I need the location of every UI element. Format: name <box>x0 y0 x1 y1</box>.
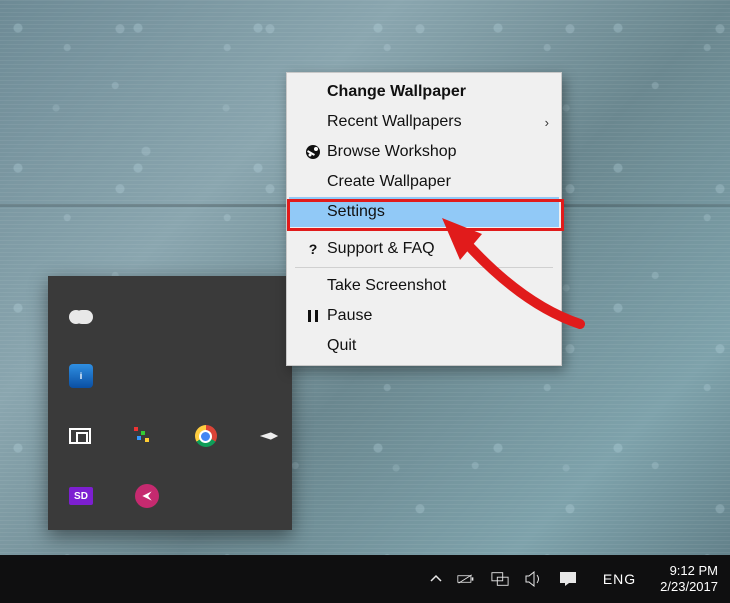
screen-connect-icon[interactable] <box>66 421 93 451</box>
menu-heading-change-wallpaper[interactable]: Change Wallpaper <box>289 77 559 107</box>
onedrive-icon[interactable] <box>66 301 96 331</box>
media-app-icon[interactable] <box>132 481 162 511</box>
menu-item-create-wallpaper[interactable]: Create Wallpaper <box>289 167 559 197</box>
menu-item-recent-wallpapers[interactable]: Recent Wallpapers › <box>289 107 559 137</box>
menu-item-browse-workshop[interactable]: Browse Workshop <box>289 137 559 167</box>
menu-item-label: Browse Workshop <box>327 143 533 161</box>
menu-item-label: Settings <box>327 203 533 221</box>
steam-icon <box>299 144 327 160</box>
pause-icon <box>299 310 327 322</box>
taskbar-date: 2/23/2017 <box>660 579 718 595</box>
menu-item-label: Take Screenshot <box>327 277 533 295</box>
taskbar-tray-icons <box>457 570 577 588</box>
menu-separator <box>295 230 553 231</box>
question-icon: ? <box>299 241 327 257</box>
menu-item-quit[interactable]: Quit <box>289 331 559 361</box>
menu-separator <box>295 267 553 268</box>
menu-item-support-faq[interactable]: ? Support & FAQ <box>289 234 559 264</box>
pixel-app-icon[interactable] <box>129 421 156 451</box>
taskbar: ENG 9:12 PM 2/23/2017 <box>0 555 730 603</box>
intel-graphics-icon[interactable]: i <box>66 361 96 391</box>
tray-overflow-panel: i SD <box>48 276 292 530</box>
menu-item-pause[interactable]: Pause <box>289 301 559 331</box>
tray-context-menu: Change Wallpaper Recent Wallpapers › Bro… <box>286 72 562 366</box>
network-icon[interactable] <box>491 570 509 588</box>
volume-icon[interactable] <box>525 570 543 588</box>
taskbar-clock[interactable]: 9:12 PM 2/23/2017 <box>660 563 718 595</box>
menu-item-label: Support & FAQ <box>327 240 533 258</box>
battery-icon[interactable] <box>457 570 475 588</box>
chrome-icon[interactable] <box>192 421 219 451</box>
sd-app-icon[interactable]: SD <box>66 481 96 511</box>
menu-item-label: Quit <box>327 337 533 355</box>
menu-heading-label: Change Wallpaper <box>327 83 533 101</box>
action-center-icon[interactable] <box>559 570 577 588</box>
jet-app-icon[interactable] <box>255 421 282 451</box>
taskbar-time: 9:12 PM <box>660 563 718 579</box>
menu-item-label: Pause <box>327 307 533 325</box>
language-indicator[interactable]: ENG <box>603 571 636 587</box>
menu-item-label: Recent Wallpapers <box>327 113 533 131</box>
submenu-arrow-icon: › <box>533 115 549 130</box>
menu-item-take-screenshot[interactable]: Take Screenshot <box>289 271 559 301</box>
tray-chevron-up-icon[interactable] <box>427 570 445 588</box>
menu-item-settings[interactable]: Settings <box>289 197 559 227</box>
menu-item-label: Create Wallpaper <box>327 173 533 191</box>
